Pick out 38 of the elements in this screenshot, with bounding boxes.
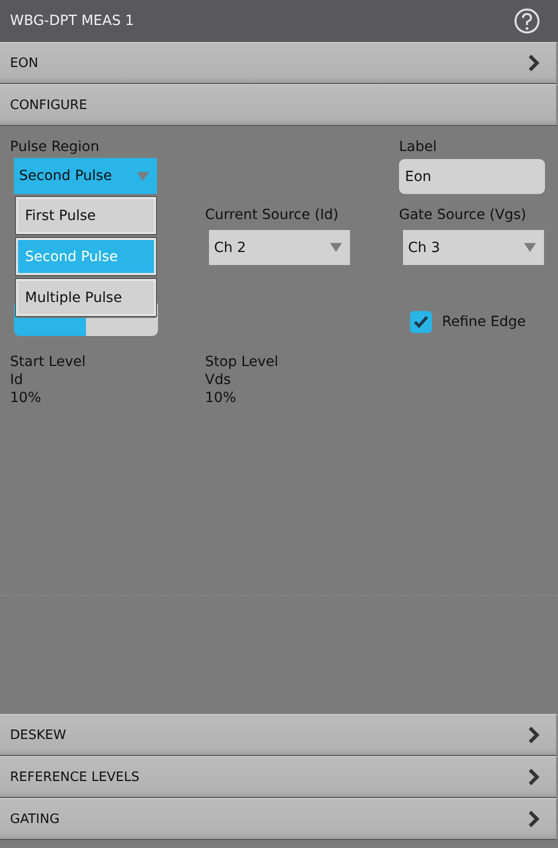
- section-title: DESKEW: [10, 728, 66, 742]
- chevron-right-icon: [528, 810, 540, 828]
- caret-icon: [524, 243, 536, 252]
- level-source: Id: [10, 371, 24, 389]
- field-label: Pulse Region: [10, 138, 100, 156]
- level-value: 10%: [10, 389, 42, 407]
- dropdown-option[interactable]: Multiple Pulse: [16, 279, 156, 316]
- help-icon[interactable]: [514, 8, 540, 34]
- checkbox[interactable]: [410, 311, 432, 333]
- dropdown[interactable]: Second Pulse: [14, 158, 157, 194]
- level-value: 10%: [205, 389, 236, 407]
- section-header[interactable]: REFERENCE LEVELS: [0, 756, 558, 798]
- section-title: REFERENCE LEVELS: [10, 770, 140, 784]
- dropdown-option[interactable]: First Pulse: [16, 197, 156, 234]
- level-source: Vds: [205, 371, 231, 389]
- field-label: Gate Source (Vgs): [399, 206, 526, 224]
- section-header[interactable]: EON: [0, 42, 558, 84]
- caret-icon: [137, 172, 149, 180]
- field-label: Start Level: [10, 353, 86, 371]
- caret-icon: [330, 243, 342, 252]
- section-header[interactable]: CONFIGURE: [0, 84, 558, 126]
- field-label: Label: [399, 138, 437, 156]
- checkbox-label: Refine Edge: [442, 314, 526, 330]
- section-title: CONFIGURE: [10, 98, 88, 112]
- dropdown[interactable]: Ch 3: [403, 230, 544, 265]
- chevron-right-icon: [528, 726, 540, 744]
- chevron-right-icon: [528, 768, 540, 786]
- field-label: Stop Level: [205, 353, 278, 371]
- window-title: WBG-DPT MEAS 1: [10, 13, 134, 29]
- section-title: GATING: [10, 812, 60, 826]
- section-title: EON: [10, 56, 38, 70]
- dropdown[interactable]: Ch 2: [209, 230, 350, 265]
- checkmark-icon: [413, 315, 429, 329]
- label-field[interactable]: Eon: [399, 159, 545, 194]
- section-header[interactable]: DESKEW: [0, 714, 558, 756]
- chevron-right-icon: [528, 54, 540, 72]
- section-header[interactable]: GATING: [0, 798, 558, 840]
- field-label: Current Source (Id): [205, 206, 339, 224]
